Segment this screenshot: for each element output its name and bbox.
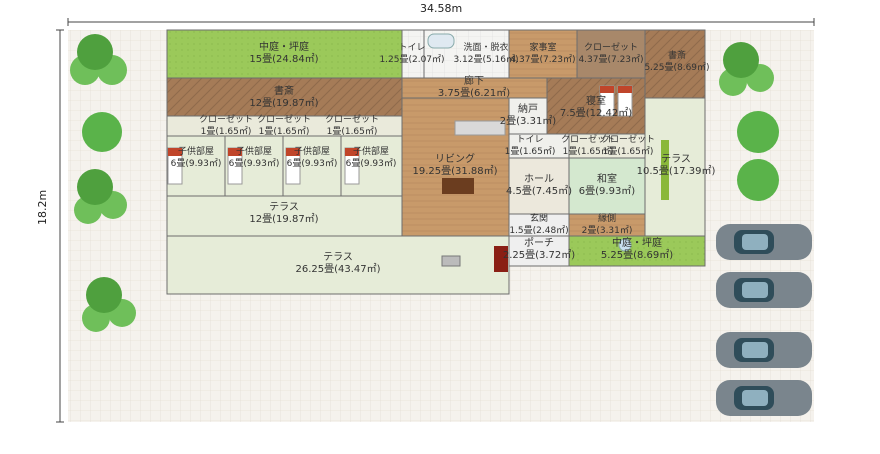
tree-icon bbox=[737, 111, 779, 153]
label-shosai2: 書斎 12畳(19.87㎡) bbox=[249, 86, 319, 109]
width-dimension-label: 34.58m bbox=[420, 2, 463, 15]
tree-icon bbox=[82, 112, 122, 152]
label-kodomo-c: 子供部屋 6畳(9.93㎡) bbox=[286, 147, 338, 169]
tree-icon bbox=[77, 169, 113, 205]
label-toilet1: トイレ 1.25畳(2.07㎡) bbox=[379, 43, 445, 65]
label-closet1: クローゼット 4.37畳(7.23㎡) bbox=[578, 43, 644, 65]
label-shinshitsu: 寝室 7.5畳(12.42㎡) bbox=[559, 96, 633, 119]
label-living: リビング 19.25畳(31.88㎡) bbox=[412, 154, 498, 177]
label-washitsu: 和室 6畳(9.93㎡) bbox=[578, 174, 636, 197]
label-porch: ポーチ 2.25畳(3.72㎡) bbox=[502, 238, 576, 261]
tree-icon bbox=[723, 42, 759, 78]
tree-icon bbox=[737, 159, 779, 201]
height-dimension-label: 18.2m bbox=[36, 189, 49, 225]
tree-icon bbox=[86, 277, 122, 313]
car-icon bbox=[716, 224, 812, 260]
tree-icon bbox=[77, 34, 113, 70]
label-hall: ホール 4.5畳(7.45㎡) bbox=[506, 174, 572, 197]
label-kaji: 家事室 4.37畳(7.23㎡) bbox=[510, 43, 576, 65]
label-closet-c: クローゼット 1畳(1.65㎡) bbox=[324, 115, 380, 137]
label-terrace-r: テラス 10.5畳(17.39㎡) bbox=[636, 154, 716, 177]
label-senmen: 洗面・脱衣 3.12畳(5.16㎡) bbox=[453, 43, 519, 65]
label-closet-a: クローゼット 1畳(1.65㎡) bbox=[198, 115, 254, 137]
kitchen-counter-icon bbox=[454, 120, 506, 136]
label-rouka: 廊下 3.75畳(6.21㎡) bbox=[437, 76, 511, 99]
label-nando: 納戸 2畳(3.31㎡) bbox=[499, 104, 557, 127]
label-terrace-b: テラス 26.25畳(43.47㎡) bbox=[295, 252, 381, 275]
car-icon bbox=[716, 272, 812, 308]
bed-pillow-icon bbox=[618, 86, 632, 93]
label-kodomo-b: 子供部屋 6畳(9.93㎡) bbox=[228, 147, 280, 169]
grill-icon bbox=[441, 255, 461, 267]
car-icon bbox=[716, 332, 812, 368]
label-terrace-m: テラス 12畳(19.87㎡) bbox=[249, 202, 319, 225]
car-icon bbox=[716, 380, 812, 416]
dining-table-icon bbox=[442, 178, 474, 194]
label-genkan: 玄関 1.5畳(2.48㎡) bbox=[509, 214, 569, 236]
label-shosai1: 書斎 5.25畳(8.69㎡) bbox=[644, 51, 710, 73]
label-engawa: 縁側 2畳(3.31㎡) bbox=[581, 214, 633, 236]
floor-plan-canvas bbox=[56, 18, 815, 423]
label-nakaniwa2: 中庭・坪庭 5.25畳(8.69㎡) bbox=[600, 238, 674, 261]
label-nakaniwa1: 中庭・坪庭 15畳(24.84㎡) bbox=[249, 42, 319, 65]
label-kodomo-a: 子供部屋 6畳(9.93㎡) bbox=[170, 147, 222, 169]
bed-pillow-icon bbox=[600, 86, 614, 93]
label-closet-b: クローゼット 1畳(1.65㎡) bbox=[256, 115, 312, 137]
label-kodomo-d: 子供部屋 6畳(9.93㎡) bbox=[345, 147, 397, 169]
label-toilet2: トイレ 1畳(1.65㎡) bbox=[504, 135, 556, 157]
floor-plan: 34.58m 18.2m 中庭・坪庭 15畳(24.84㎡) トイレ 1.25畳(2… bbox=[0, 0, 880, 450]
